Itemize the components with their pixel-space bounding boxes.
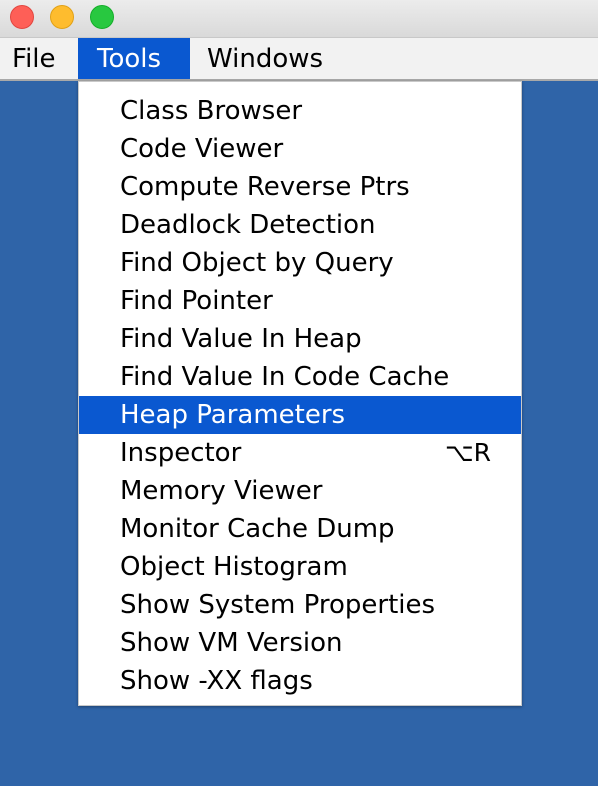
menu-item-label: Compute Reverse Ptrs (120, 172, 410, 202)
menu-item-show-xx-flags[interactable]: Show -XX flags (79, 662, 521, 700)
menu-item-monitor-cache-dump[interactable]: Monitor Cache Dump (79, 510, 521, 548)
menu-windows[interactable]: Windows (190, 38, 350, 79)
menu-item-label: Find Object by Query (120, 248, 394, 278)
menu-item-deadlock-detection[interactable]: Deadlock Detection (79, 206, 521, 244)
menu-item-find-value-in-code-cache[interactable]: Find Value In Code Cache (79, 358, 521, 396)
menu-item-label: Heap Parameters (120, 400, 346, 430)
menu-item-inspector[interactable]: Inspector ⌥R (79, 434, 521, 472)
menu-item-memory-viewer[interactable]: Memory Viewer (79, 472, 521, 510)
menu-item-label: Memory Viewer (120, 476, 323, 506)
menu-item-show-system-properties[interactable]: Show System Properties (79, 586, 521, 624)
keyboard-shortcut: ⌥R (444, 438, 491, 467)
menu-item-compute-reverse-ptrs[interactable]: Compute Reverse Ptrs (79, 168, 521, 206)
menu-item-label: Class Browser (120, 96, 303, 126)
menu-item-label: Code Viewer (120, 134, 284, 164)
title-bar (0, 0, 598, 38)
menu-item-show-vm-version[interactable]: Show VM Version (79, 624, 521, 662)
application-window: File Tools Windows Class Browser Code Vi… (0, 0, 598, 786)
menu-item-find-value-in-heap[interactable]: Find Value In Heap (79, 320, 521, 358)
minimize-window-button[interactable] (50, 5, 74, 29)
menu-item-label: Find Pointer (120, 286, 273, 316)
menu-file[interactable]: File (0, 38, 78, 79)
menu-item-object-histogram[interactable]: Object Histogram (79, 548, 521, 586)
zoom-window-button[interactable] (90, 5, 114, 29)
menu-item-heap-parameters[interactable]: Heap Parameters (79, 396, 521, 434)
menu-item-label: Deadlock Detection (120, 210, 376, 240)
menu-item-label: Monitor Cache Dump (120, 514, 395, 544)
menu-item-find-object-by-query[interactable]: Find Object by Query (79, 244, 521, 282)
menu-bar: File Tools Windows (0, 38, 598, 81)
menu-item-label: Find Value In Code Cache (120, 362, 450, 392)
menu-tools[interactable]: Tools (78, 38, 190, 79)
menu-item-class-browser[interactable]: Class Browser (79, 92, 521, 130)
menu-item-label: Object Histogram (120, 552, 348, 582)
menu-item-label: Inspector (120, 438, 242, 468)
menu-item-label: Find Value In Heap (120, 324, 362, 354)
menu-item-label: Show -XX flags (120, 666, 313, 696)
menu-item-label: Show System Properties (120, 590, 436, 620)
menu-item-find-pointer[interactable]: Find Pointer (79, 282, 521, 320)
tools-dropdown-menu: Class Browser Code Viewer Compute Revers… (78, 81, 522, 706)
close-window-button[interactable] (10, 5, 34, 29)
menu-item-label: Show VM Version (120, 628, 343, 658)
menu-item-code-viewer[interactable]: Code Viewer (79, 130, 521, 168)
